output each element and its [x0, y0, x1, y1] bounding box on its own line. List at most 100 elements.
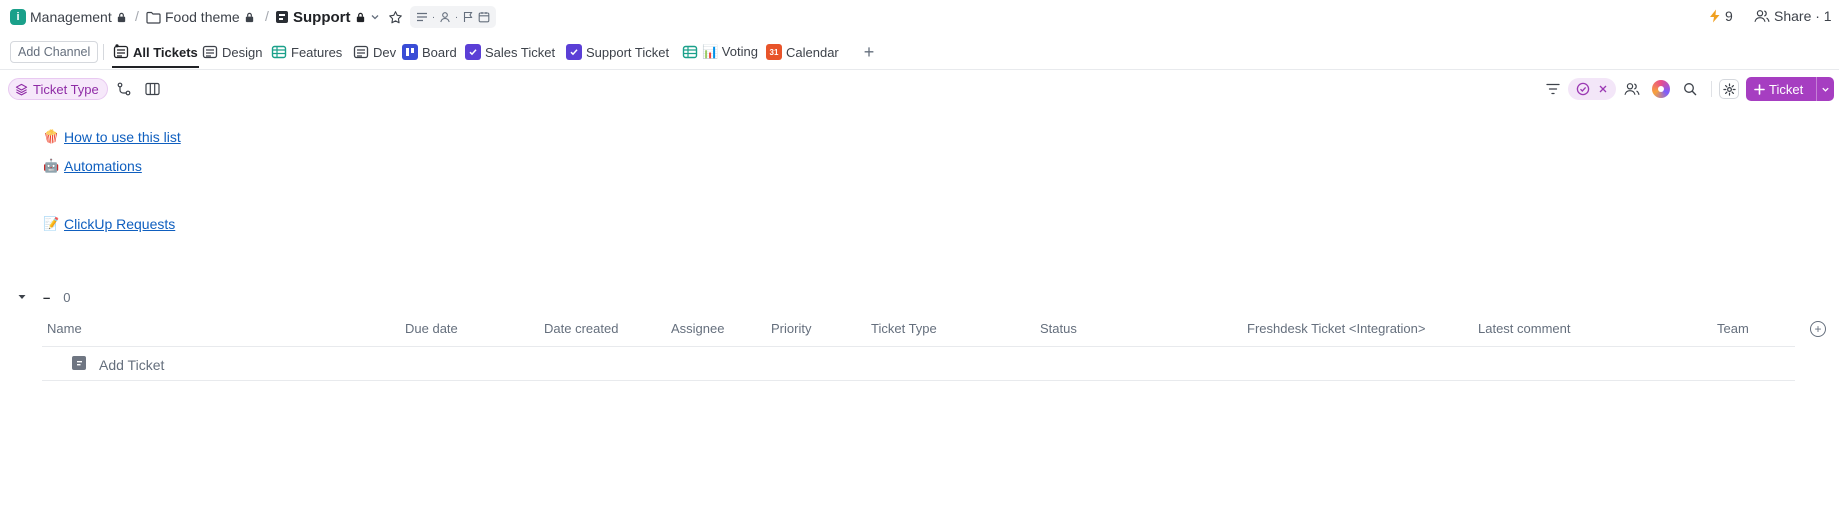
- tab-calendar[interactable]: 31 Calendar: [766, 42, 839, 62]
- chevron-down-icon[interactable]: [1816, 77, 1834, 101]
- dot-icon: ·: [431, 11, 436, 23]
- add-ticket-label: Ticket: [1769, 81, 1804, 97]
- list-view-icon: [353, 45, 369, 59]
- column-header-freshdesk-ticket[interactable]: Freshdesk Ticket <Integration>: [1247, 321, 1425, 336]
- add-ticket-main[interactable]: Ticket: [1746, 77, 1816, 101]
- tab-design[interactable]: Design: [202, 42, 262, 62]
- user-avatar[interactable]: [1652, 80, 1670, 98]
- divider: [1711, 81, 1712, 97]
- flag-icon[interactable]: [462, 11, 474, 23]
- add-view-icon[interactable]: +: [860, 42, 878, 62]
- tab-voting[interactable]: 📊 Voting: [682, 42, 758, 62]
- tab-features[interactable]: Features: [271, 42, 342, 62]
- description-line: 🤖 Automations: [43, 157, 142, 174]
- add-ticket-row-label: Add Ticket: [99, 357, 165, 373]
- clickup-requests-link[interactable]: ClickUp Requests: [64, 216, 175, 232]
- group-by-label: Ticket Type: [33, 81, 99, 97]
- breadcrumb-separator: /: [135, 8, 139, 24]
- chevron-down-icon[interactable]: [370, 12, 380, 22]
- group-count: 0: [63, 289, 71, 305]
- calendar-view-icon: 31: [766, 44, 782, 60]
- tab-label: Support Ticket: [586, 44, 670, 60]
- popcorn-icon: 🍿: [43, 128, 60, 144]
- active-tab-indicator: [112, 66, 199, 68]
- subtasks-icon[interactable]: [115, 80, 133, 98]
- description-line: 📝 ClickUp Requests: [43, 215, 175, 232]
- add-ticket-button[interactable]: Ticket: [1746, 77, 1834, 101]
- automations-link[interactable]: Automations: [64, 158, 142, 174]
- plus-icon: [1754, 83, 1765, 95]
- layers-icon: [15, 83, 28, 95]
- columns-icon[interactable]: [143, 80, 161, 98]
- assignees-filter-icon[interactable]: [1623, 80, 1641, 98]
- add-column-icon[interactable]: +: [1810, 321, 1826, 337]
- lock-icon: [117, 12, 125, 22]
- share-button[interactable]: Share · 1: [1754, 8, 1832, 24]
- calendar-icon[interactable]: [478, 11, 490, 23]
- description-line: 🍿 How to use this list: [43, 128, 181, 145]
- add-channel-button[interactable]: Add Channel: [10, 41, 99, 63]
- column-header-latest-comment[interactable]: Latest comment: [1478, 321, 1571, 336]
- automations-count: 9: [1725, 8, 1733, 24]
- list-info-group[interactable]: · ·: [410, 6, 496, 28]
- automations-button[interactable]: 9: [1709, 8, 1733, 24]
- star-icon[interactable]: [386, 8, 404, 26]
- column-header-status[interactable]: Status: [1040, 321, 1077, 336]
- gear-icon[interactable]: [1719, 79, 1739, 99]
- share-label: Share · 1: [1774, 8, 1832, 24]
- robot-icon: 🤖: [43, 157, 60, 173]
- breadcrumb-space[interactable]: i Management: [10, 8, 127, 26]
- ticket-list-icon: [276, 11, 288, 23]
- folder-icon: [146, 11, 161, 24]
- group-header[interactable]: – 0: [16, 288, 70, 306]
- close-icon[interactable]: [1598, 84, 1608, 94]
- lock-icon: [356, 12, 364, 22]
- people-icon: [1754, 10, 1770, 22]
- dot-icon: ·: [454, 11, 459, 23]
- how-to-use-link[interactable]: How to use this list: [64, 129, 181, 145]
- table-view-icon: [271, 45, 287, 59]
- collapse-triangle-icon[interactable]: [16, 291, 28, 303]
- column-header-name[interactable]: Name: [47, 321, 82, 336]
- tab-support-ticket[interactable]: Support Ticket: [566, 42, 669, 62]
- tab-label: Sales Ticket: [485, 44, 556, 60]
- tab-label: Calendar: [786, 44, 839, 60]
- form-view-icon: [465, 44, 481, 60]
- breadcrumb: i Management / Food theme / Support · · …: [0, 0, 1839, 34]
- column-header-priority[interactable]: Priority: [771, 321, 811, 336]
- description-icon[interactable]: [416, 11, 428, 23]
- tab-dev[interactable]: Dev: [353, 42, 396, 62]
- space-avatar: i: [10, 9, 26, 25]
- column-header-ticket-type[interactable]: Ticket Type: [871, 321, 937, 336]
- tab-board[interactable]: Board: [402, 42, 457, 62]
- column-header-assignee[interactable]: Assignee: [671, 321, 724, 336]
- column-header-team[interactable]: Team: [1717, 321, 1749, 336]
- add-ticket-row[interactable]: Add Ticket: [42, 347, 1795, 381]
- group-by-chip[interactable]: Ticket Type: [8, 78, 108, 100]
- breadcrumb-folder[interactable]: Food theme: [146, 8, 255, 26]
- breadcrumb-space-label: Management: [30, 9, 112, 25]
- breadcrumb-folder-label: Food theme: [165, 9, 240, 25]
- lock-icon: [245, 12, 253, 22]
- closed-filter-pill[interactable]: [1568, 78, 1616, 100]
- tab-label: Dev: [373, 44, 397, 60]
- tab-label: Design: [222, 44, 263, 60]
- assignee-icon[interactable]: [439, 11, 451, 23]
- breadcrumb-separator: /: [265, 8, 269, 24]
- ticket-icon: [72, 356, 86, 370]
- search-icon[interactable]: [1681, 80, 1699, 98]
- tab-label: Features: [291, 44, 343, 60]
- group-name: –: [43, 289, 51, 305]
- column-header-due-date[interactable]: Due date: [405, 321, 458, 336]
- memo-icon: 📝: [43, 215, 60, 231]
- list-view-icon: [113, 44, 129, 59]
- board-view-icon: [402, 44, 418, 60]
- tab-sales-ticket[interactable]: Sales Ticket: [465, 42, 555, 62]
- tab-all-tickets[interactable]: All Tickets: [113, 42, 198, 62]
- check-circle-icon: [1576, 82, 1590, 96]
- tab-label: All Tickets: [133, 44, 198, 60]
- column-header-date-created[interactable]: Date created: [544, 321, 618, 336]
- breadcrumb-list[interactable]: Support: [275, 8, 380, 26]
- tab-label: 📊 Voting: [702, 44, 758, 59]
- filter-icon[interactable]: [1544, 80, 1562, 98]
